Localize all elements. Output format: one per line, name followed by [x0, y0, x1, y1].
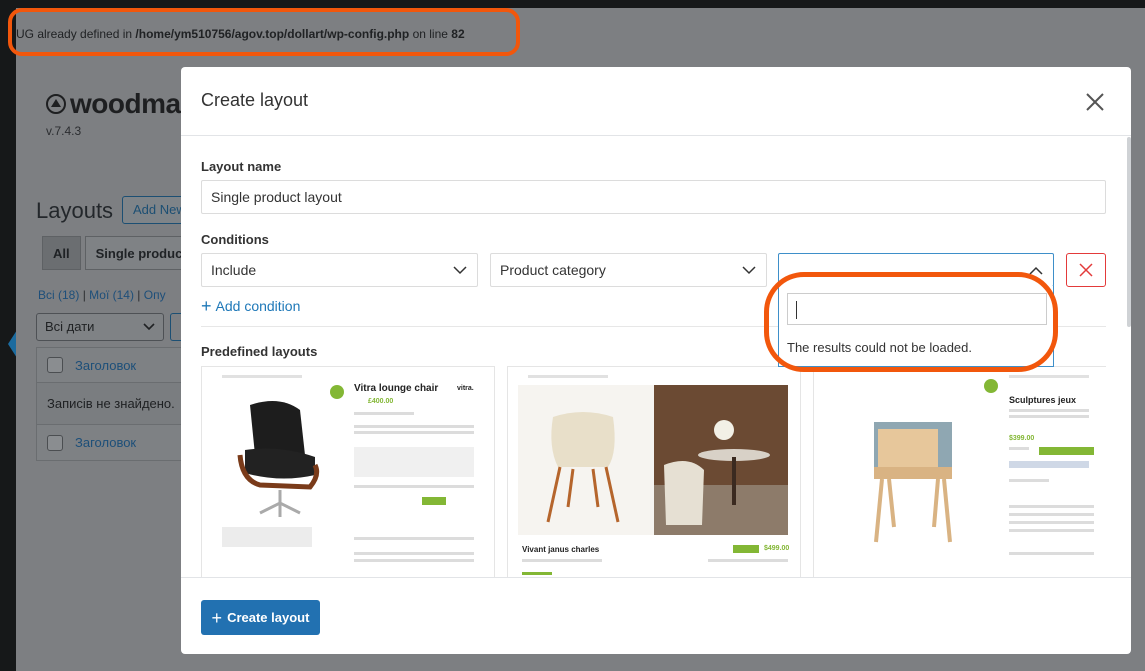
add-condition-button[interactable]: + Add condition: [201, 296, 300, 316]
condition-target-select[interactable]: Product category: [490, 253, 767, 287]
create-layout-modal: Create layout Layout name Single product…: [181, 67, 1131, 654]
lounge-chair-image: [237, 401, 320, 517]
layouts-table: Заголовок Записів не знайдено. Заголовок: [36, 347, 186, 461]
filter-mine-link[interactable]: Мої (14): [89, 288, 134, 302]
date-filter-select[interactable]: Всі дати: [36, 313, 164, 341]
column-title-sort-footer[interactable]: Заголовок: [75, 435, 136, 450]
select-all-checkbox[interactable]: [47, 357, 63, 373]
close-icon[interactable]: [1080, 87, 1110, 117]
modal-scrollbar[interactable]: [1127, 137, 1131, 327]
chevron-down-icon: [453, 266, 467, 275]
tab-all[interactable]: All: [42, 236, 81, 270]
close-icon: [1079, 263, 1093, 277]
layout-name-label: Layout name: [201, 159, 282, 174]
predefined-layout-card-2[interactable]: Vivant janus charles $499.00: [507, 366, 801, 577]
layout-type-tabs: All Single product: [42, 236, 198, 270]
modal-title: Create layout: [201, 90, 309, 110]
filter-all-link[interactable]: Всі (18): [38, 288, 79, 302]
predefined-layouts-label: Predefined layouts: [201, 344, 318, 359]
predefined-layout-card-3[interactable]: Sculptures jeux $399.00: [813, 366, 1106, 577]
conditions-label: Conditions: [201, 232, 269, 247]
white-chair-icon: [546, 412, 620, 523]
annotation-highlight-notice: [8, 8, 520, 56]
table-empty-row: Записів не знайдено.: [36, 383, 186, 425]
plus-icon: +: [201, 296, 212, 316]
modal-footer: + Create layout: [181, 577, 1131, 654]
layout-name-input[interactable]: Single product layout: [201, 180, 1106, 214]
cabinet-image: [874, 422, 952, 543]
chevron-down-icon: [742, 266, 756, 275]
chevron-down-icon: [143, 323, 155, 331]
woodmart-logo-icon: [46, 94, 66, 114]
theme-version: v.7.4.3: [46, 124, 82, 138]
admin-top-bar: [0, 0, 1145, 8]
column-title-sort[interactable]: Заголовок: [75, 358, 136, 373]
annotation-highlight-dropdown: [764, 272, 1058, 372]
status-filter-links: Всі (18) | Мої (14) | Опу: [38, 288, 166, 302]
table-scene-icon: [654, 420, 788, 535]
table-footer-row: Заголовок: [36, 425, 186, 461]
predefined-layout-card-1[interactable]: Vitra lounge chair vitra. £400.00: [201, 366, 495, 577]
woodmart-logo: woodmart: [46, 88, 200, 120]
table-header-row: Заголовок: [36, 347, 186, 383]
modal-header: Create layout: [181, 67, 1131, 136]
page-title: Layouts: [36, 198, 114, 223]
condition-type-select[interactable]: Include: [201, 253, 478, 287]
select-all-checkbox-footer[interactable]: [47, 434, 63, 451]
remove-condition-button[interactable]: [1066, 253, 1106, 287]
filter-published-link[interactable]: Опу: [144, 288, 166, 302]
plus-icon: +: [211, 607, 223, 628]
predefined-layouts-grid: Vitra lounge chair vitra. £400.00 Vivant…: [201, 366, 1106, 577]
admin-sidebar: [0, 8, 17, 671]
create-layout-button[interactable]: + Create layout: [201, 600, 320, 635]
